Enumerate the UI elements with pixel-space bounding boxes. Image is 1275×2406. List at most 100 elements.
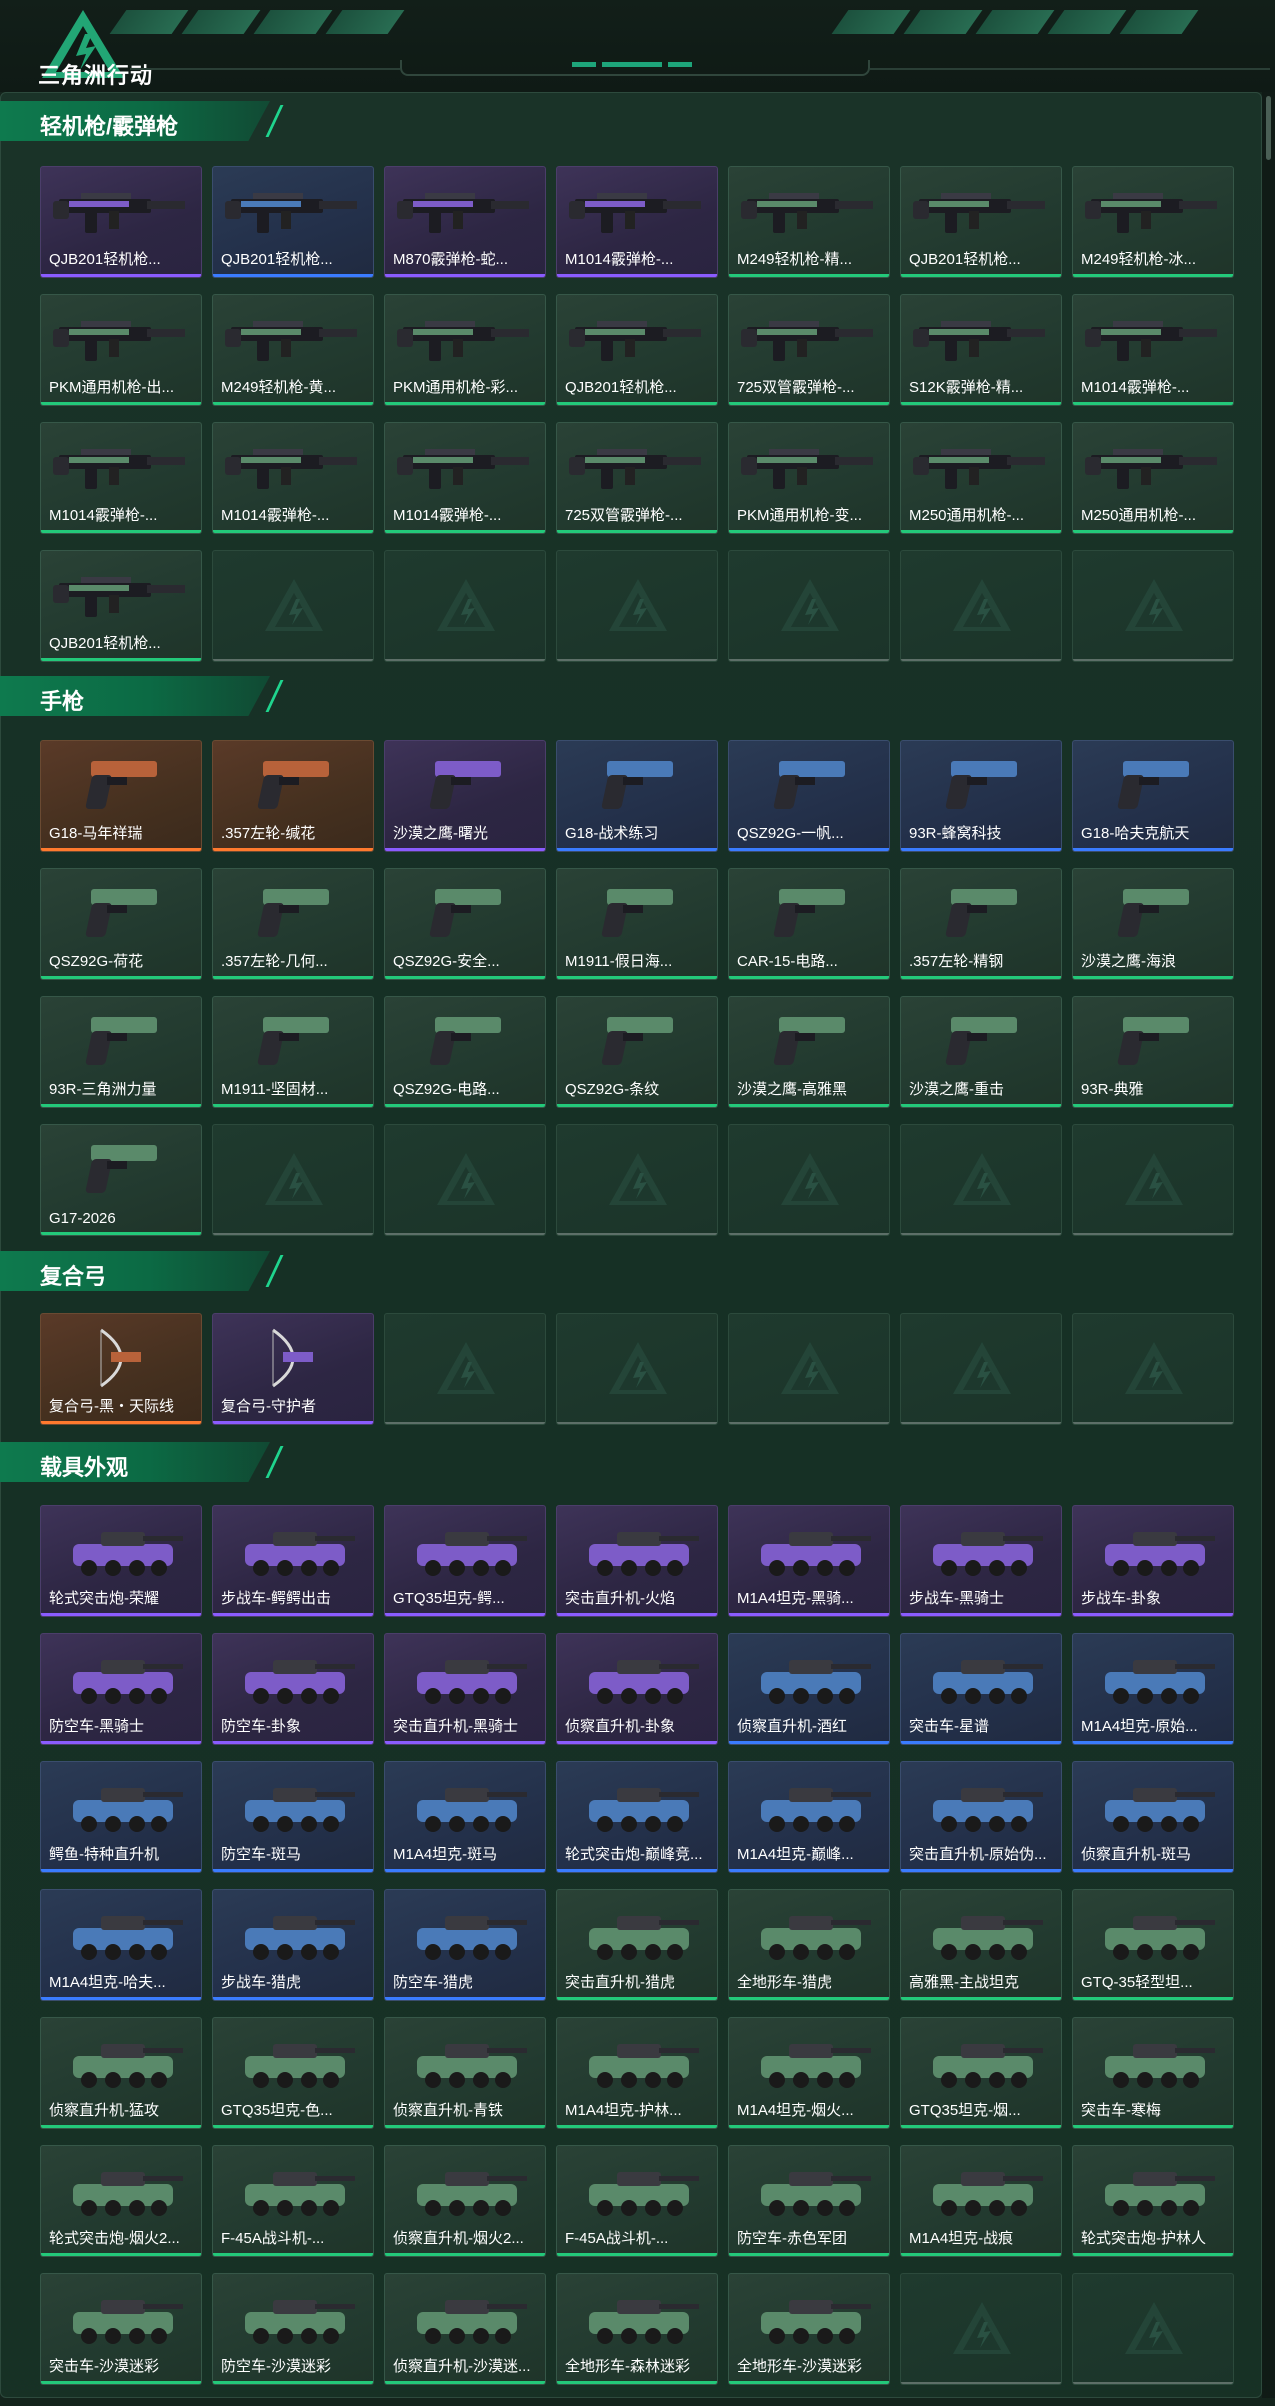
skin-card[interactable]: 突击直升机-黑骑士 [384, 1633, 546, 1745]
scrollbar-thumb[interactable] [1266, 96, 1271, 160]
skin-card[interactable]: QJB201轻机枪... [40, 166, 202, 278]
skin-card[interactable]: PKM通用机枪-彩... [384, 294, 546, 406]
skin-card[interactable]: 93R-蜂窝科技 [900, 740, 1062, 852]
skin-card[interactable]: 步战车-猎虎 [212, 1889, 374, 2001]
skin-card[interactable]: M249轻机枪-精... [728, 166, 890, 278]
skin-card[interactable]: F-45A战斗机-... [556, 2145, 718, 2257]
skin-card[interactable]: 防空车-猎虎 [384, 1889, 546, 2001]
skin-card[interactable]: 防空车-沙漠迷彩 [212, 2273, 374, 2385]
skin-card[interactable]: 复合弓-黑・天际线 [40, 1313, 202, 1425]
skin-card[interactable]: 鳄鱼-特种直升机 [40, 1761, 202, 1873]
skin-card[interactable]: M1A4坦克-烟火... [728, 2017, 890, 2129]
skin-card[interactable]: .357左轮-精钢 [900, 868, 1062, 980]
skin-card[interactable]: 步战车-卦象 [1072, 1505, 1234, 1617]
skin-card[interactable]: 突击车-寒梅 [1072, 2017, 1234, 2129]
skin-card[interactable]: M1911-假日海... [556, 868, 718, 980]
rarity-bar [557, 274, 717, 277]
skin-card[interactable]: 全地形车-猎虎 [728, 1889, 890, 2001]
skin-card[interactable]: M1014霰弹枪-... [40, 422, 202, 534]
skin-card[interactable]: 侦察直升机-卦象 [556, 1633, 718, 1745]
skin-card[interactable]: 侦察直升机-青铁 [384, 2017, 546, 2129]
skin-card[interactable]: M870霰弹枪-蛇... [384, 166, 546, 278]
skin-card[interactable]: 突击直升机-猎虎 [556, 1889, 718, 2001]
scrollbar-track[interactable] [1262, 92, 1275, 2398]
skin-card[interactable]: M1A4坦克-斑马 [384, 1761, 546, 1873]
skin-card[interactable]: 全地形车-森林迷彩 [556, 2273, 718, 2385]
skin-card[interactable]: 突击车-星谱 [900, 1633, 1062, 1745]
section-header: 轻机枪/霰弹枪 [0, 101, 284, 141]
skin-card[interactable]: PKM通用机枪-出... [40, 294, 202, 406]
skin-card[interactable]: GTQ-35轻型坦... [1072, 1889, 1234, 2001]
skin-card[interactable]: 突击车-沙漠迷彩 [40, 2273, 202, 2385]
skin-card[interactable]: 沙漠之鹰-海浪 [1072, 868, 1234, 980]
skin-card[interactable]: 沙漠之鹰-重击 [900, 996, 1062, 1108]
skin-card[interactable]: 沙漠之鹰-高雅黑 [728, 996, 890, 1108]
skin-card[interactable]: QSZ92G-电路... [384, 996, 546, 1108]
skin-card[interactable]: 全地形车-沙漠迷彩 [728, 2273, 890, 2385]
skin-card[interactable]: 侦察直升机-烟火2... [384, 2145, 546, 2257]
skin-card[interactable]: .357左轮-几何... [212, 868, 374, 980]
skin-card[interactable]: M250通用机枪-... [900, 422, 1062, 534]
skin-card[interactable]: M250通用机枪-... [1072, 422, 1234, 534]
skin-card[interactable]: 防空车-斑马 [212, 1761, 374, 1873]
skin-card[interactable]: 突击直升机-火焰 [556, 1505, 718, 1617]
skin-card[interactable]: 沙漠之鹰-曙光 [384, 740, 546, 852]
skin-card[interactable]: QJB201轻机枪... [556, 294, 718, 406]
skin-card[interactable]: S12K霰弹枪-精... [900, 294, 1062, 406]
skin-card[interactable]: PKM通用机枪-变... [728, 422, 890, 534]
skin-card[interactable]: CAR-15-电路... [728, 868, 890, 980]
skin-card[interactable]: M1A4坦克-巅峰... [728, 1761, 890, 1873]
skin-card[interactable]: 725双管霰弹枪-... [556, 422, 718, 534]
skin-card[interactable]: 轮式突击炮-护林人 [1072, 2145, 1234, 2257]
skin-card[interactable]: M1A4坦克-哈夫... [40, 1889, 202, 2001]
skin-card[interactable]: 步战车-鳄鳄出击 [212, 1505, 374, 1617]
skin-card[interactable]: GTQ35坦克-鳄... [384, 1505, 546, 1617]
skin-card[interactable]: QJB201轻机枪... [900, 166, 1062, 278]
skin-card[interactable]: M249轻机枪-冰... [1072, 166, 1234, 278]
skin-card[interactable]: 侦察直升机-斑马 [1072, 1761, 1234, 1873]
skin-card[interactable]: QJB201轻机枪... [40, 550, 202, 662]
skin-card[interactable]: 高雅黑-主战坦克 [900, 1889, 1062, 2001]
skin-card[interactable]: F-45A战斗机-... [212, 2145, 374, 2257]
skin-card[interactable]: M1014霰弹枪-... [212, 422, 374, 534]
skin-name: 侦察直升机-猛攻 [49, 2102, 159, 2119]
skin-card[interactable]: 侦察直升机-猛攻 [40, 2017, 202, 2129]
skin-card[interactable]: 侦察直升机-酒红 [728, 1633, 890, 1745]
skin-card[interactable]: 轮式突击炮-荣耀 [40, 1505, 202, 1617]
skin-card[interactable]: 突击直升机-原始伪... [900, 1761, 1062, 1873]
placeholder-logo-icon [1125, 1153, 1183, 1205]
skin-card[interactable]: M1A4坦克-护林... [556, 2017, 718, 2129]
skin-card[interactable]: QSZ92G-条纹 [556, 996, 718, 1108]
rarity-bar [1073, 2253, 1233, 2256]
skin-card[interactable]: 轮式突击炮-巅峰竞... [556, 1761, 718, 1873]
skin-card[interactable]: QSZ92G-安全... [384, 868, 546, 980]
skin-card[interactable]: M249轻机枪-黄... [212, 294, 374, 406]
skin-card[interactable]: QSZ92G-荷花 [40, 868, 202, 980]
skin-card[interactable]: M1A4坦克-原始... [1072, 1633, 1234, 1745]
skin-card[interactable]: G17-2026 [40, 1124, 202, 1236]
skin-card[interactable]: M1A4坦克-战痕 [900, 2145, 1062, 2257]
skin-card[interactable]: M1014霰弹枪-... [556, 166, 718, 278]
skin-card[interactable]: GTQ35坦克-烟... [900, 2017, 1062, 2129]
skin-card[interactable]: .357左轮-缄花 [212, 740, 374, 852]
skin-card[interactable]: M1911-坚固材... [212, 996, 374, 1108]
skin-card[interactable]: 轮式突击炮-烟火2... [40, 2145, 202, 2257]
skin-card[interactable]: 93R-典雅 [1072, 996, 1234, 1108]
skin-card[interactable]: 侦察直升机-沙漠迷... [384, 2273, 546, 2385]
skin-card[interactable]: 复合弓-守护者 [212, 1313, 374, 1425]
skin-card[interactable]: 防空车-黑骑士 [40, 1633, 202, 1745]
skin-card[interactable]: G18-战术练习 [556, 740, 718, 852]
skin-card[interactable]: 防空车-卦象 [212, 1633, 374, 1745]
skin-card[interactable]: M1014霰弹枪-... [384, 422, 546, 534]
skin-card[interactable]: GTQ35坦克-色... [212, 2017, 374, 2129]
skin-card[interactable]: M1A4坦克-黑骑... [728, 1505, 890, 1617]
skin-card[interactable]: G18-马年祥瑞 [40, 740, 202, 852]
skin-card[interactable]: QJB201轻机枪... [212, 166, 374, 278]
skin-card[interactable]: 725双管霰弹枪-... [728, 294, 890, 406]
skin-card[interactable]: QSZ92G-一帆... [728, 740, 890, 852]
skin-card[interactable]: 防空车-赤色军团 [728, 2145, 890, 2257]
skin-card[interactable]: G18-哈夫克航天 [1072, 740, 1234, 852]
skin-card[interactable]: 步战车-黑骑士 [900, 1505, 1062, 1617]
skin-card[interactable]: 93R-三角洲力量 [40, 996, 202, 1108]
skin-card[interactable]: M1014霰弹枪-... [1072, 294, 1234, 406]
